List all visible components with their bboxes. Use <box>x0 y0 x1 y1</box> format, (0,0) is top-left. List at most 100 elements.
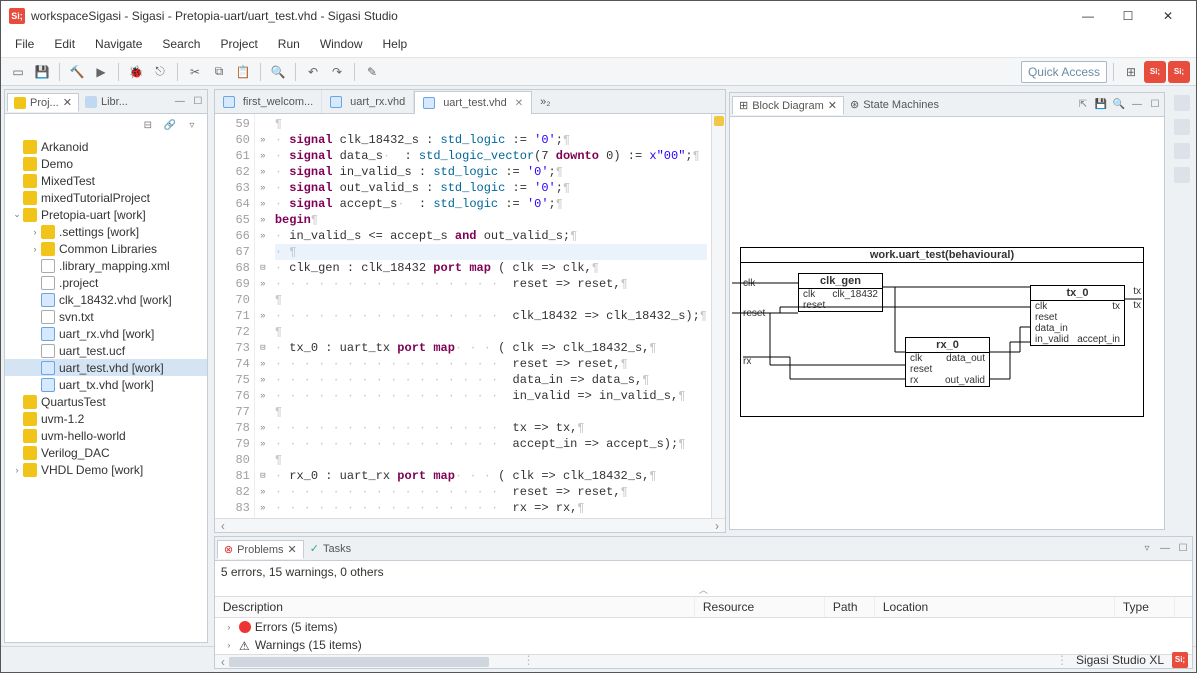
hierarchy-icon[interactable] <box>1174 119 1190 135</box>
build-button[interactable]: 🔨 <box>66 61 88 83</box>
menu-run[interactable]: Run <box>268 33 310 55</box>
column-header[interactable]: Resource <box>695 597 825 617</box>
tree-item[interactable]: ›.settings [work] <box>5 223 207 240</box>
sigasi-perspective-icon-2[interactable]: Si; <box>1168 61 1190 83</box>
back-button[interactable]: ↶ <box>302 61 324 83</box>
tasks-tab[interactable]: ✓ Tasks <box>304 540 357 557</box>
menu-project[interactable]: Project <box>210 33 267 55</box>
tree-item[interactable]: Arkanoid <box>5 138 207 155</box>
problems-header-row[interactable]: DescriptionResourcePathLocationType <box>215 596 1192 618</box>
perspective-button[interactable]: ⊞ <box>1120 61 1142 83</box>
problems-group-row[interactable]: › Errors (5 items) <box>215 618 1192 636</box>
column-header[interactable]: Location <box>875 597 1115 617</box>
column-header[interactable]: Description <box>215 597 695 617</box>
tree-item[interactable]: ›Common Libraries <box>5 240 207 257</box>
editor-hscroll[interactable]: ‹› <box>215 518 725 532</box>
view-menu-button[interactable]: ▿ <box>1138 540 1156 558</box>
export-button[interactable]: ⇱ <box>1074 96 1092 114</box>
tree-item[interactable]: uart_test.ucf <box>5 342 207 359</box>
tree-item[interactable]: Verilog_DAC <box>5 444 207 461</box>
close-icon[interactable]: ✕ <box>288 543 297 556</box>
tree-item[interactable]: Demo <box>5 155 207 172</box>
tree-item[interactable]: uart_test.vhd [work] <box>5 359 207 376</box>
tree-item[interactable]: uart_tx.vhd [work] <box>5 376 207 393</box>
menu-file[interactable]: File <box>5 33 44 55</box>
chevron-right-icon[interactable]: › <box>223 640 235 650</box>
collapse-all-button[interactable]: ⊟ <box>139 116 157 134</box>
close-icon[interactable]: ✕ <box>515 98 523 109</box>
libraries-tab[interactable]: Libr... <box>79 94 134 110</box>
forward-button[interactable]: ↷ <box>326 61 348 83</box>
problems-group-row[interactable]: › ⚠ Warnings (15 items) <box>215 636 1192 654</box>
edit-button[interactable]: ✎ <box>361 61 383 83</box>
close-icon[interactable]: ✕ <box>828 99 837 112</box>
tab-overflow-button[interactable]: »₂ <box>532 90 558 113</box>
menu-search[interactable]: Search <box>152 33 210 55</box>
paste-button[interactable]: 📋 <box>232 61 254 83</box>
zoom-button[interactable]: 🔍 <box>1110 96 1128 114</box>
tree-item[interactable]: ⌄Pretopia-uart [work] <box>5 206 207 223</box>
outline-icon[interactable] <box>1174 95 1190 111</box>
editor-tab[interactable]: uart_rx.vhd <box>322 90 414 113</box>
tree-item[interactable]: .library_mapping.xml <box>5 257 207 274</box>
tree-item[interactable]: mixedTutorialProject <box>5 189 207 206</box>
maximize-view-button[interactable]: ☐ <box>189 93 207 111</box>
menu-edit[interactable]: Edit <box>44 33 85 55</box>
quick-access-input[interactable]: Quick Access <box>1021 61 1107 83</box>
tree-item[interactable]: clk_18432.vhd [work] <box>5 291 207 308</box>
sigasi-perspective-icon[interactable]: Si; <box>1144 61 1166 83</box>
view-menu-button[interactable]: ▿ <box>183 116 201 134</box>
code-area[interactable]: ¶· signal clk_18432_s : std_logic := '0'… <box>271 114 711 518</box>
problems-tab[interactable]: ⊗ Problems ✕ <box>217 540 304 559</box>
tree-item[interactable]: uart_rx.vhd [work] <box>5 325 207 342</box>
overview-ruler[interactable] <box>711 114 725 518</box>
minimize-view-button[interactable]: — <box>171 93 189 111</box>
chevron-right-icon[interactable]: › <box>29 244 41 254</box>
editor-tab[interactable]: first_welcom... <box>215 90 322 113</box>
external-button[interactable]: ⎋ <box>149 61 171 83</box>
problems-table[interactable]: ︿ DescriptionResourcePathLocationType › … <box>215 583 1192 654</box>
block-diagram-tab[interactable]: ⊞ Block Diagram ✕ <box>732 96 844 115</box>
maximize-view-button[interactable]: ☐ <box>1174 540 1192 558</box>
save-image-button[interactable]: 💾 <box>1092 96 1110 114</box>
diagram-canvas[interactable]: work.uart_test(behavioural) clk reset rx… <box>730 117 1164 529</box>
column-header[interactable]: Type <box>1115 597 1175 617</box>
project-tree[interactable]: ArkanoidDemoMixedTestmixedTutorialProjec… <box>5 136 207 642</box>
search-button[interactable]: 🔍 <box>267 61 289 83</box>
chevron-right-icon[interactable]: › <box>223 622 235 632</box>
menu-help[interactable]: Help <box>373 33 418 55</box>
tree-item[interactable]: .project <box>5 274 207 291</box>
tree-item[interactable]: uvm-hello-world <box>5 427 207 444</box>
tree-item[interactable]: uvm-1.2 <box>5 410 207 427</box>
debug-button[interactable]: 🐞 <box>125 61 147 83</box>
maximize-button[interactable]: ☐ <box>1108 3 1148 29</box>
close-button[interactable]: ✕ <box>1148 3 1188 29</box>
minimize-view-button[interactable]: — <box>1128 96 1146 114</box>
cut-button[interactable]: ✂ <box>184 61 206 83</box>
link-editor-button[interactable]: 🔗 <box>161 116 179 134</box>
block-clk_gen[interactable]: clk_genclkclk_18432reset <box>798 273 883 312</box>
state-machines-tab[interactable]: ⊛ State Machines <box>844 96 945 113</box>
chevron-right-icon[interactable]: › <box>11 465 23 475</box>
save-button[interactable]: 💾 <box>31 61 53 83</box>
column-header[interactable]: Path <box>825 597 875 617</box>
block-rx_0[interactable]: rx_0clkdata_outresetrxout_valid <box>905 337 990 387</box>
menu-navigate[interactable]: Navigate <box>85 33 152 55</box>
minimize-view-button[interactable]: — <box>1156 540 1174 558</box>
maximize-view-button[interactable]: ☐ <box>1146 96 1164 114</box>
chevron-right-icon[interactable]: › <box>29 227 41 237</box>
project-explorer-tab[interactable]: Proj... ✕ <box>7 93 79 112</box>
copy-button[interactable]: ⧉ <box>208 61 230 83</box>
close-icon[interactable]: ✕ <box>63 96 72 109</box>
tree-item[interactable]: MixedTest <box>5 172 207 189</box>
menu-window[interactable]: Window <box>310 33 373 55</box>
editor-tab[interactable]: uart_test.vhd✕ <box>414 91 532 114</box>
tree-item[interactable]: QuartusTest <box>5 393 207 410</box>
chevron-down-icon[interactable]: ⌄ <box>11 209 23 220</box>
tree-item[interactable]: svn.txt <box>5 308 207 325</box>
block-tx_0[interactable]: tx_0clktxresetdata_inin_validaccept_in <box>1030 285 1125 346</box>
tree-item[interactable]: ›VHDL Demo [work] <box>5 461 207 478</box>
editor-body[interactable]: 5960616263646566676869707172737475767778… <box>215 114 725 518</box>
run-button[interactable]: ▶ <box>90 61 112 83</box>
minimize-button[interactable]: — <box>1068 3 1108 29</box>
